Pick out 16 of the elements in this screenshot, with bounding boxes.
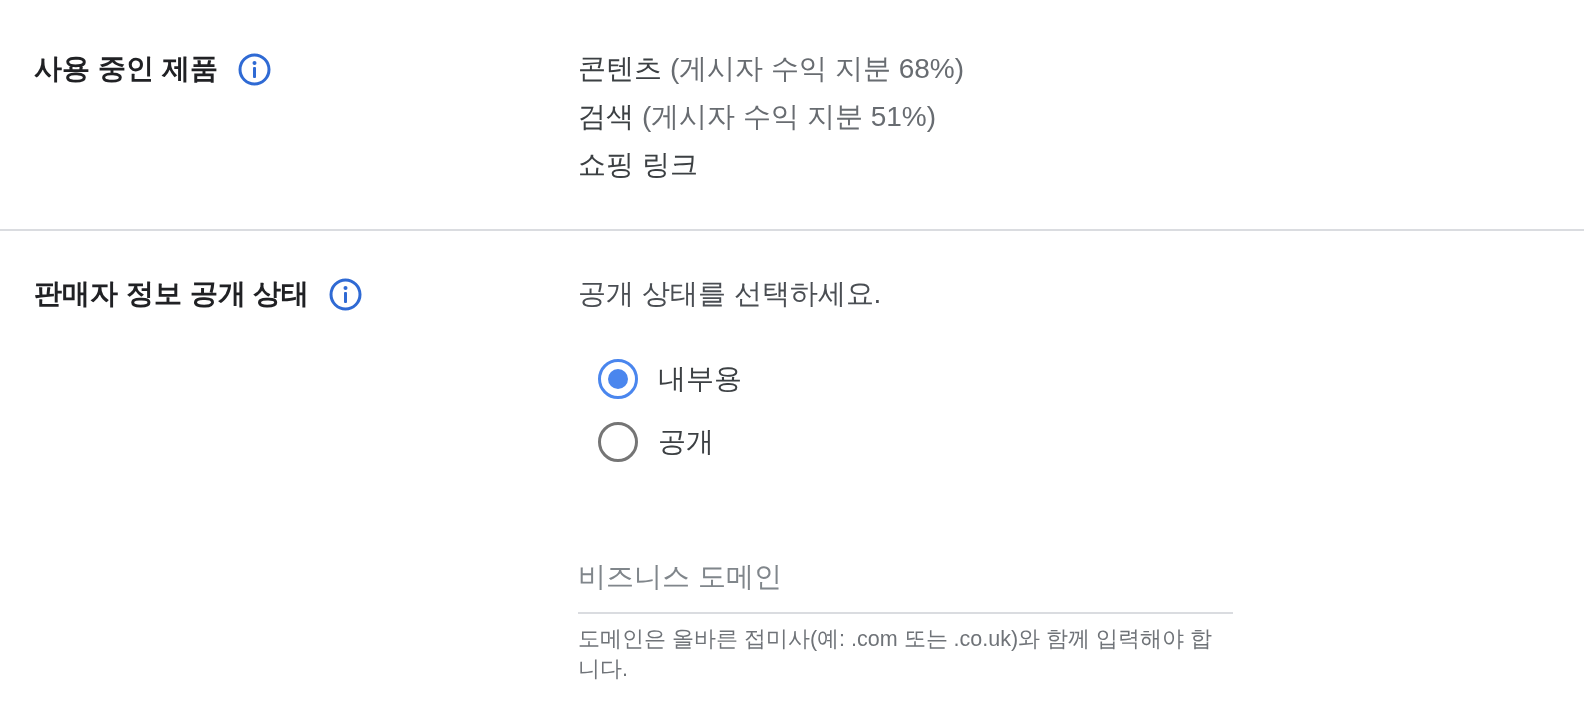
info-icon[interactable] (329, 277, 363, 311)
product-name: 검색 (578, 100, 634, 134)
product-name: 쇼핑 링크 (578, 148, 698, 182)
prompt-text: 공개 상태를 선택하세요. (578, 277, 882, 311)
radio-button[interactable] (598, 358, 638, 399)
section-label: 사용 중인 제품 (34, 52, 218, 86)
radio-button[interactable] (598, 421, 638, 462)
info-icon[interactable] (237, 52, 271, 86)
helper-text: 도메인은 올바른 접미사(예: .com 또는 .co.uk)와 함께 입력해야 합니다. (578, 626, 1214, 683)
revenue-share-text: (게시자 수익 지분 51%) (642, 100, 937, 134)
revenue-share-text: (게시자 수익 지분 68%) (670, 52, 965, 86)
radio-label[interactable]: 공개 (658, 417, 714, 466)
product-name: 콘텐츠 (578, 52, 662, 86)
radio-label[interactable]: 내부용 (658, 354, 742, 403)
domain-input-field[interactable]: 비즈니스 도메인 (578, 550, 1233, 614)
section-label: 판매자 정보 공개 상태 (34, 277, 310, 311)
